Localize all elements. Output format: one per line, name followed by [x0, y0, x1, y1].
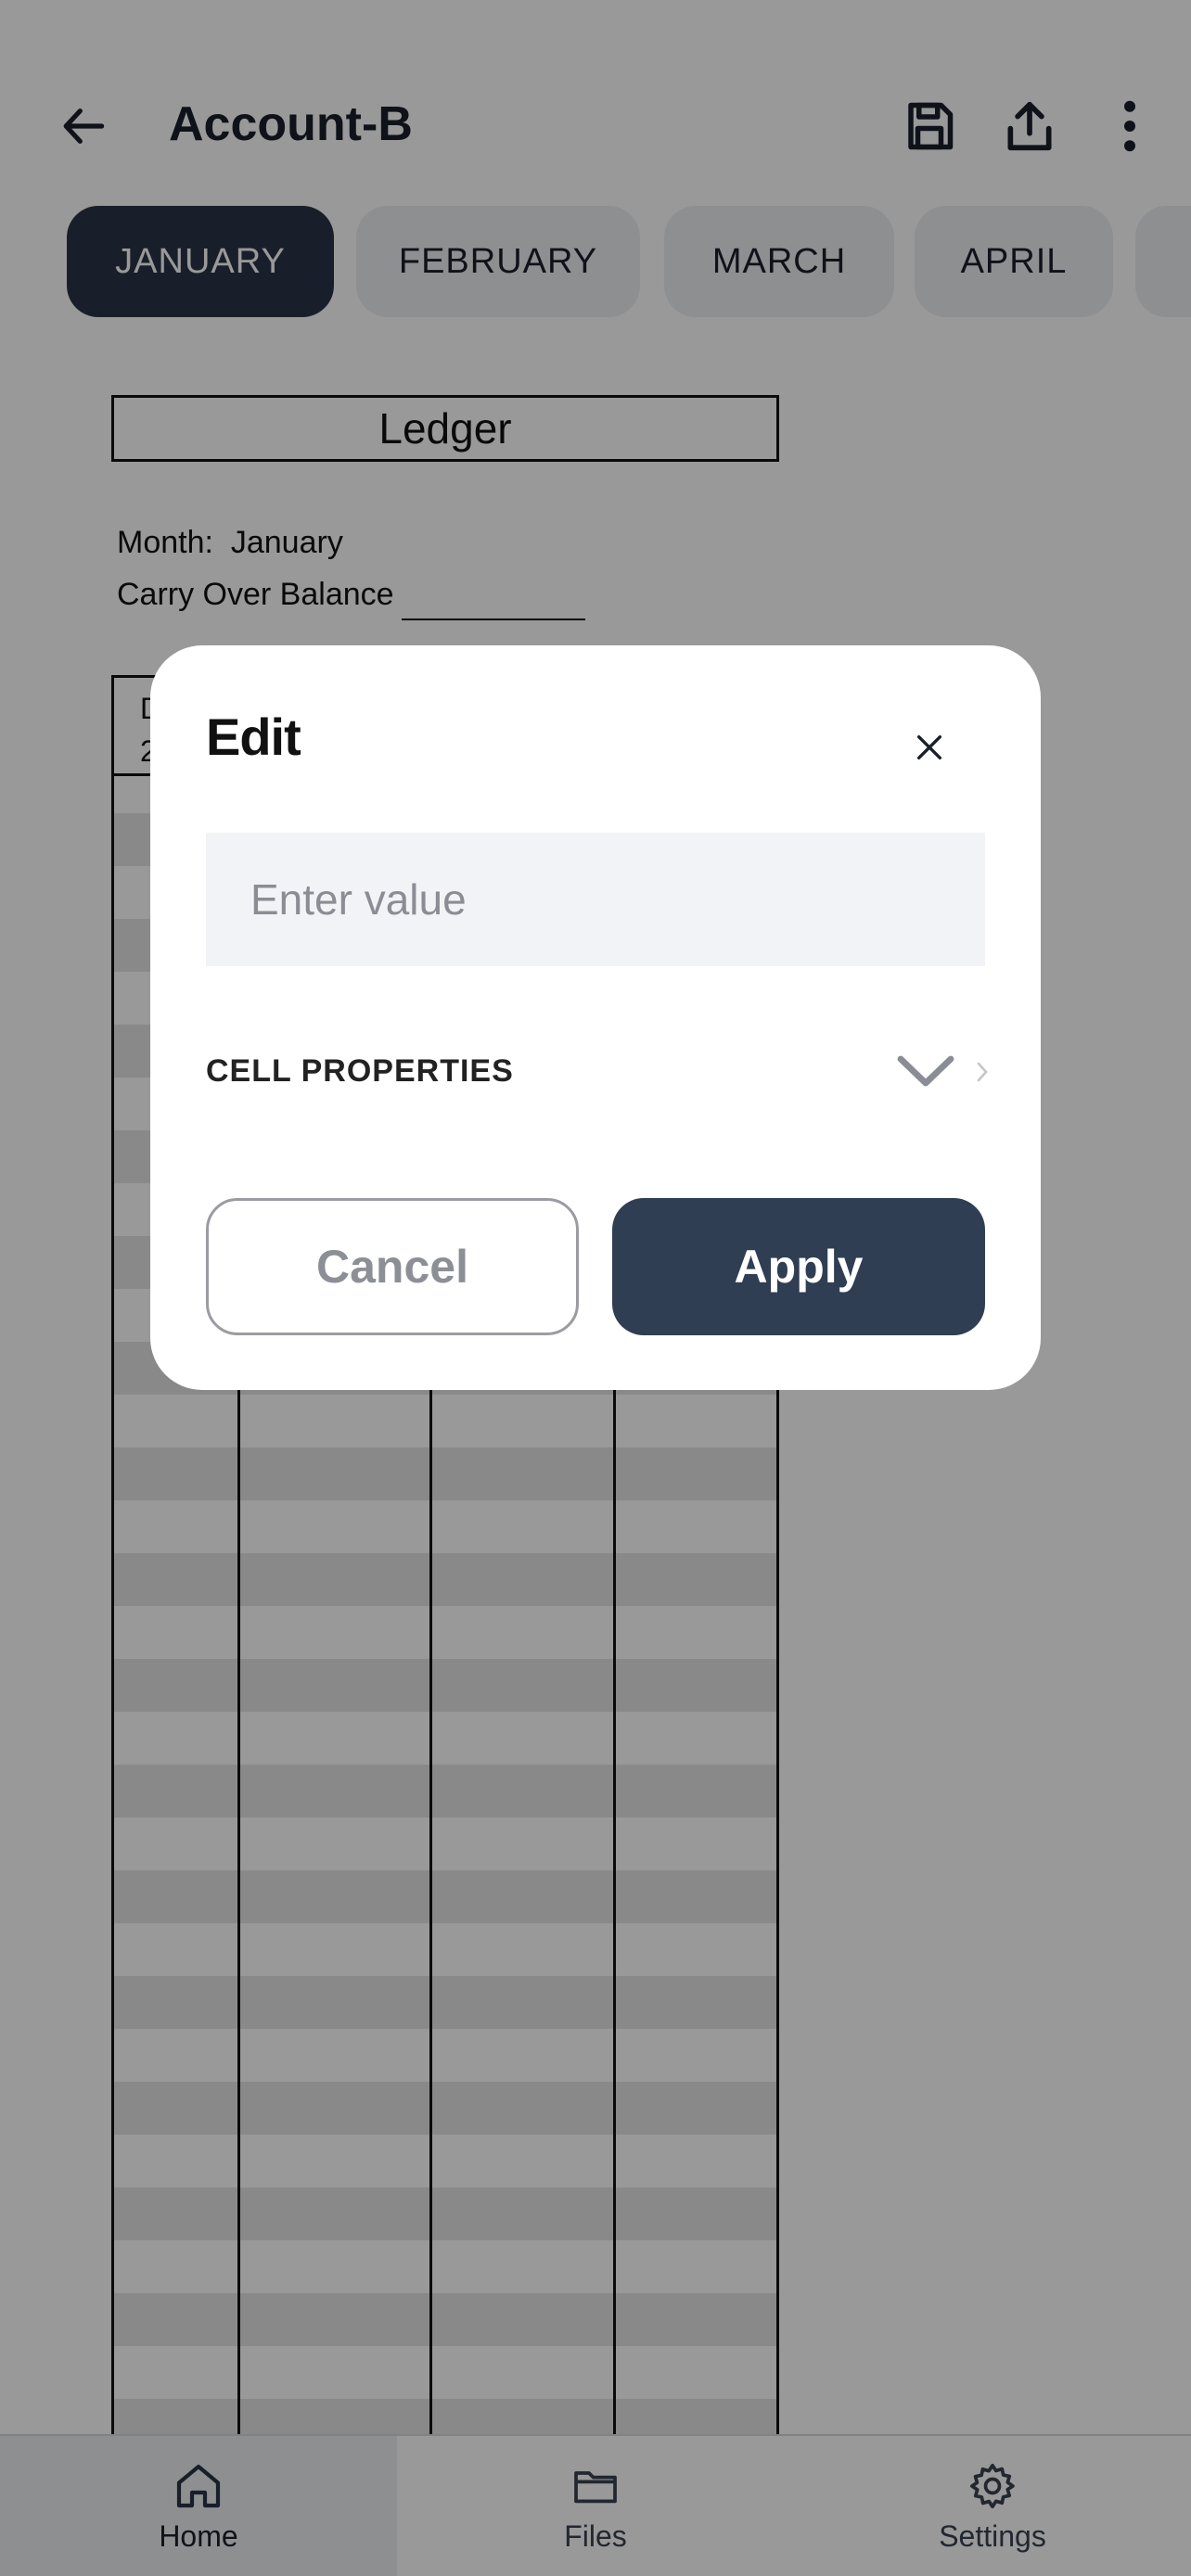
chevron-right-icon [976, 1046, 989, 1098]
chevron-down-icon [897, 1055, 954, 1087]
edit-dialog: Edit CELL PROPERTIES Cancel Apply [150, 645, 1041, 1390]
cell-properties-toggle[interactable] [892, 1044, 959, 1100]
close-icon [916, 734, 942, 760]
close-button[interactable] [892, 710, 967, 784]
value-input[interactable] [206, 833, 985, 966]
cell-properties-label[interactable]: CELL PROPERTIES [206, 1053, 514, 1090]
cancel-button[interactable]: Cancel [206, 1198, 579, 1335]
apply-button[interactable]: Apply [612, 1198, 985, 1335]
dialog-title: Edit [206, 708, 301, 766]
